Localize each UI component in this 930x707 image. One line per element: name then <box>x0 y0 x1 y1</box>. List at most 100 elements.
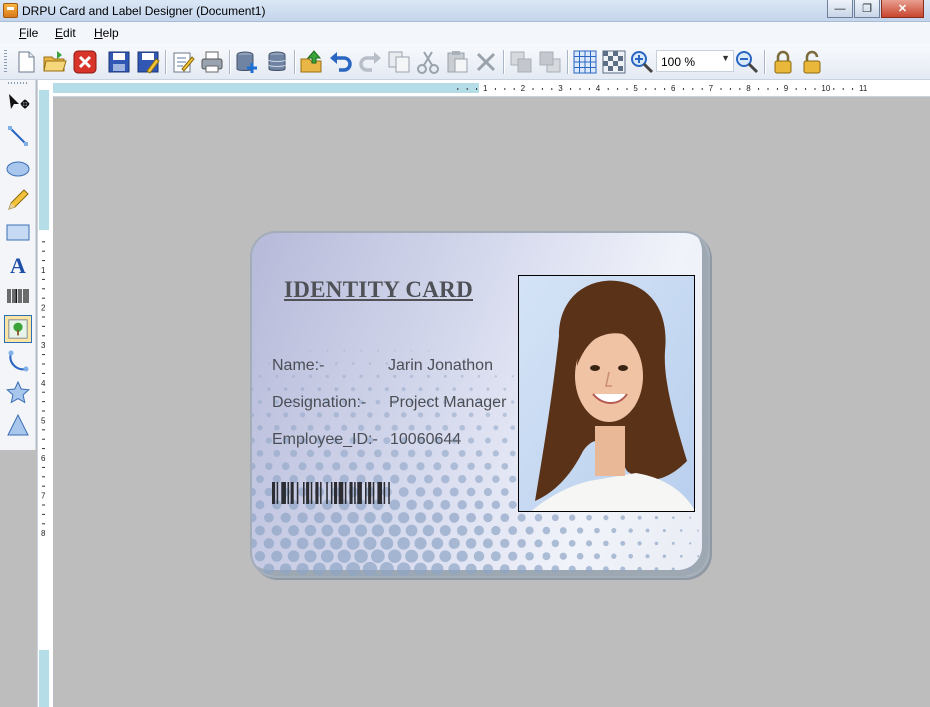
bring-forward-icon[interactable] <box>508 49 534 75</box>
triangle-tool[interactable] <box>4 411 32 439</box>
horizontal-ruler[interactable]: 1 2 3 4 5 6 7 8 9 10 11 <box>53 80 930 97</box>
edit-document-icon[interactable] <box>170 49 196 75</box>
pattern-dot <box>401 387 406 392</box>
employee-barcode[interactable] <box>272 482 476 504</box>
import-icon[interactable] <box>299 49 325 75</box>
database-icon[interactable] <box>264 49 290 75</box>
save-icon[interactable] <box>106 49 132 75</box>
pattern-dot <box>252 513 257 523</box>
text-tool[interactable]: A <box>4 250 32 278</box>
pattern-dot <box>380 536 394 550</box>
pattern-dot <box>459 424 465 431</box>
arc-tool[interactable] <box>4 347 32 375</box>
select-move-icon <box>9 94 30 109</box>
pattern-dot <box>415 512 427 524</box>
menu-file[interactable]: File <box>19 26 38 40</box>
lock-icon[interactable] <box>770 49 796 75</box>
name-label[interactable]: Name:- <box>272 357 324 375</box>
chevron-down-icon[interactable]: ▼ <box>721 53 730 63</box>
pattern-dot <box>483 487 493 497</box>
select-tool[interactable] <box>4 90 32 118</box>
pattern-dot <box>511 375 514 378</box>
barcode-bar <box>365 482 367 504</box>
pattern-dot <box>424 449 433 458</box>
maximize-button[interactable]: ❐ <box>854 0 880 18</box>
menu-edit[interactable]: Edit <box>55 26 76 40</box>
unlock-icon[interactable] <box>799 49 825 75</box>
horizontal-ruler-ticks: 1 2 3 4 5 6 7 8 9 10 11 <box>457 84 868 93</box>
pattern-dot <box>452 387 457 391</box>
pattern-dot <box>308 374 313 378</box>
print-icon[interactable] <box>199 49 225 75</box>
pattern-dot <box>283 412 289 418</box>
show-grid-icon[interactable] <box>572 49 598 75</box>
copy-icon[interactable] <box>386 49 412 75</box>
pattern-dot <box>371 549 385 564</box>
svg-text:A: A <box>10 253 26 276</box>
employee-id-value[interactable]: 10060644 <box>390 431 461 449</box>
picture-tool[interactable] <box>4 315 32 343</box>
barcode-bar <box>276 482 279 504</box>
delete-icon[interactable] <box>473 49 499 75</box>
minimize-button[interactable]: — <box>827 0 853 18</box>
employee-id-label[interactable]: Employee_ID:- <box>272 431 378 449</box>
barcode-tool[interactable] <box>4 282 32 310</box>
redo-icon[interactable] <box>357 49 383 75</box>
vertical-ruler[interactable]: 1 2 3 4 5 6 7 8 <box>37 80 53 707</box>
send-backward-icon[interactable] <box>537 49 563 75</box>
employee-photo[interactable] <box>518 275 695 512</box>
pattern-dot <box>341 424 348 431</box>
zoom-in-icon[interactable] <box>629 49 655 75</box>
pencil-tool[interactable] <box>4 186 32 214</box>
ruler-tick-label: 2 <box>41 304 46 313</box>
close-document-icon[interactable] <box>72 49 98 75</box>
pattern-dot <box>706 568 708 570</box>
rectangle-tool[interactable] <box>4 218 32 246</box>
pattern-dot <box>263 563 275 575</box>
undo-icon[interactable] <box>328 49 354 75</box>
pattern-dot <box>396 562 411 576</box>
database-add-icon[interactable] <box>234 49 260 75</box>
open-folder-icon[interactable] <box>42 49 68 75</box>
pattern-dot <box>280 537 292 549</box>
menu-help[interactable]: Help <box>94 26 119 40</box>
save-as-icon[interactable] <box>135 49 161 75</box>
pattern-dot <box>490 551 501 562</box>
barcode-bar <box>377 482 383 504</box>
pattern-dot <box>534 564 543 574</box>
ruler-tick-label: 7 <box>709 84 714 93</box>
ellipse-tool[interactable] <box>4 154 32 182</box>
snap-grid-icon[interactable] <box>601 49 627 75</box>
text-icon: A <box>10 253 26 276</box>
zoom-combo[interactable]: 100 % ▼ <box>656 50 734 72</box>
designation-value[interactable]: Project Manager <box>389 394 506 412</box>
barcode-bar <box>287 482 290 504</box>
close-button[interactable]: ✕ <box>881 0 924 18</box>
toolbar-grip[interactable] <box>4 50 7 74</box>
pattern-dot <box>569 514 576 521</box>
line-tool[interactable] <box>4 122 32 150</box>
new-document-icon[interactable] <box>13 49 39 75</box>
designation-label[interactable]: Designation:- <box>272 394 366 412</box>
cut-icon[interactable] <box>415 49 441 75</box>
toolbar-separator <box>294 50 295 74</box>
pattern-dot <box>594 527 600 534</box>
name-value[interactable]: Jarin Jonathon <box>388 357 493 375</box>
pattern-dot <box>671 567 675 571</box>
ruler-tick-label: 3 <box>558 84 563 93</box>
pattern-dot <box>306 449 315 458</box>
identity-card[interactable]: IDENTITY CARD Name:- Jarin Jonathon Desi… <box>250 231 710 578</box>
pattern-dot <box>252 563 258 575</box>
barcode-bar <box>330 482 333 504</box>
barcode-bar <box>383 482 386 504</box>
pattern-dot <box>410 349 413 352</box>
rectangle-icon <box>6 224 30 241</box>
toolbar-separator <box>764 50 765 74</box>
pattern-dot <box>287 550 300 563</box>
zoom-out-icon[interactable] <box>734 49 760 75</box>
tools-grip[interactable] <box>8 82 28 84</box>
card-title[interactable]: IDENTITY CARD <box>284 277 473 303</box>
paste-icon[interactable] <box>444 49 470 75</box>
star-tool[interactable] <box>4 379 32 407</box>
pattern-dot <box>265 462 273 470</box>
